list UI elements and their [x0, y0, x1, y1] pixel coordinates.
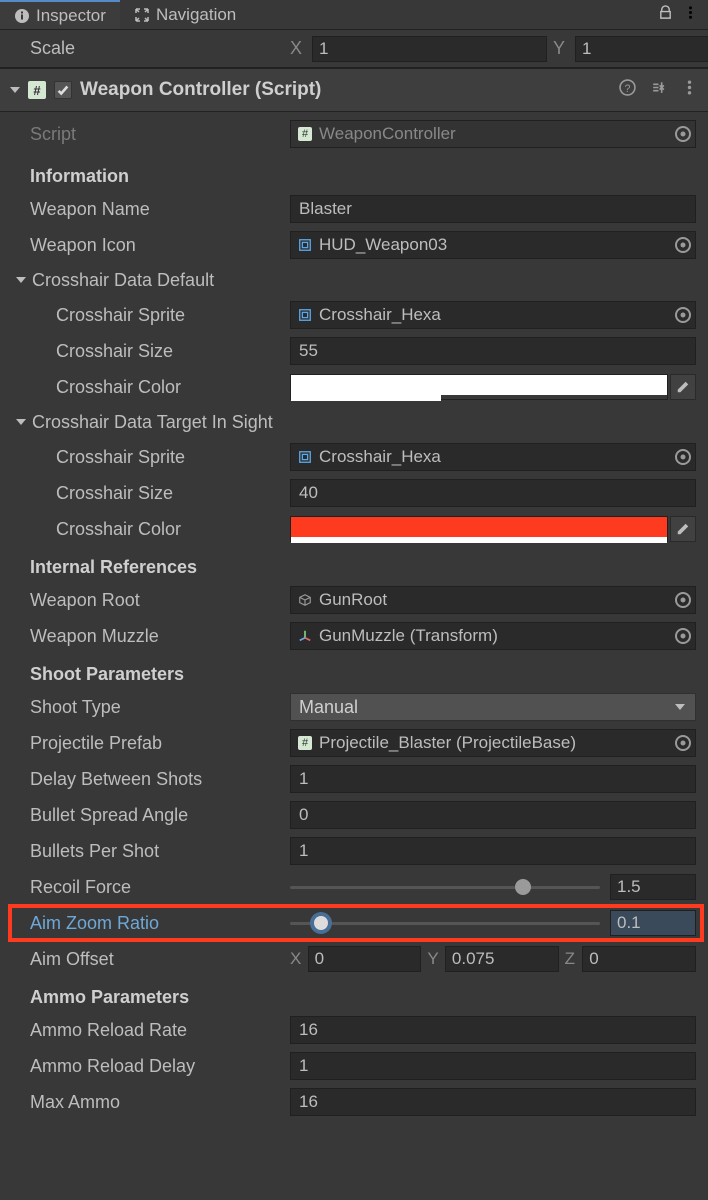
script-field[interactable]: # WeaponController	[290, 120, 696, 148]
max-ammo-input[interactable]	[290, 1088, 696, 1116]
object-picker-icon[interactable]	[675, 628, 691, 644]
shoot-params-header: Shoot Parameters	[12, 654, 696, 689]
object-picker-icon[interactable]	[675, 592, 691, 608]
object-picker-icon[interactable]	[675, 237, 691, 253]
transform-icon	[297, 628, 313, 644]
eyedropper-icon[interactable]	[670, 516, 696, 542]
crosshair-default-foldout[interactable]: Crosshair Data Default	[12, 263, 696, 297]
spread-input[interactable]	[290, 801, 696, 829]
sprite-icon	[297, 237, 313, 253]
script-icon: #	[297, 735, 313, 751]
scale-label: Scale	[30, 38, 290, 59]
object-picker-icon[interactable]	[675, 126, 691, 142]
weapon-icon-field[interactable]: HUD_Weapon03	[290, 231, 696, 259]
scale-x-input[interactable]	[312, 36, 547, 62]
internal-refs-header: Internal References	[12, 547, 696, 582]
component-header[interactable]: # Weapon Controller (Script) ?	[0, 68, 708, 112]
crosshair-target-foldout[interactable]: Crosshair Data Target In Sight	[12, 405, 696, 439]
axis-x-label: X	[290, 38, 308, 59]
projectile-field[interactable]: # Projectile_Blaster (ProjectileBase)	[290, 729, 696, 757]
object-picker-icon[interactable]	[675, 307, 691, 323]
ammo-reload-rate-input[interactable]	[290, 1016, 696, 1044]
weapon-root-field[interactable]: GunRoot	[290, 586, 696, 614]
ammo-params-header: Ammo Parameters	[12, 977, 696, 1012]
crosshair-target-size-input[interactable]	[290, 479, 696, 507]
recoil-slider[interactable]	[290, 886, 600, 889]
object-picker-icon[interactable]	[675, 449, 691, 465]
aim-zoom-value-input[interactable]	[610, 910, 696, 936]
eyedropper-icon[interactable]	[670, 374, 696, 400]
script-row: Script # WeaponController	[12, 116, 696, 152]
tab-inspector[interactable]: Inspector	[0, 0, 120, 29]
sprite-icon	[297, 307, 313, 323]
weapon-name-input[interactable]	[290, 195, 696, 223]
tab-bar: Inspector Navigation	[0, 0, 708, 30]
foldout-arrow-icon	[10, 87, 20, 93]
component-title: Weapon Controller (Script)	[80, 79, 611, 101]
weapon-muzzle-field[interactable]: GunMuzzle (Transform)	[290, 622, 696, 650]
aim-offset-y-input[interactable]	[445, 946, 559, 972]
weapon-icon-row: Weapon Icon HUD_Weapon03	[12, 227, 696, 263]
axis-y-label: Y	[553, 38, 571, 59]
expand-icon	[134, 7, 150, 23]
weapon-name-row: Weapon Name	[12, 191, 696, 227]
aim-zoom-row: Aim Zoom Ratio	[12, 905, 696, 941]
information-header: Information	[12, 152, 696, 191]
scale-y-input[interactable]	[575, 36, 708, 62]
delay-input[interactable]	[290, 765, 696, 793]
crosshair-default-size-input[interactable]	[290, 337, 696, 365]
svg-text:?: ?	[625, 83, 631, 95]
aim-offset-z-input[interactable]	[582, 946, 696, 972]
foldout-arrow-icon	[16, 419, 26, 425]
crosshair-target-color-swatch[interactable]	[290, 516, 668, 542]
ammo-reload-delay-input[interactable]	[290, 1052, 696, 1080]
script-icon: #	[297, 126, 313, 142]
object-picker-icon[interactable]	[675, 735, 691, 751]
tab-navigation-label: Navigation	[156, 5, 236, 25]
kebab-menu-icon[interactable]	[681, 79, 698, 101]
crosshair-default-sprite-field[interactable]: Crosshair_Hexa	[290, 301, 696, 329]
aim-offset-x-input[interactable]	[308, 946, 422, 972]
sprite-icon	[297, 449, 313, 465]
script-badge-icon: #	[28, 81, 46, 99]
aim-zoom-slider[interactable]	[290, 922, 600, 925]
bps-input[interactable]	[290, 837, 696, 865]
enable-checkbox[interactable]	[54, 81, 72, 99]
gameobject-icon	[297, 592, 313, 608]
tab-navigation[interactable]: Navigation	[120, 0, 250, 29]
recoil-value-input[interactable]	[610, 874, 696, 900]
crosshair-default-color-swatch[interactable]	[290, 374, 668, 400]
tab-inspector-label: Inspector	[36, 6, 106, 26]
scale-row: Scale X Y Z	[0, 30, 708, 68]
shoot-type-dropdown[interactable]: Manual	[290, 693, 696, 721]
foldout-arrow-icon	[16, 277, 26, 283]
kebab-menu-icon[interactable]	[683, 4, 698, 25]
script-label: Script	[12, 124, 290, 145]
help-icon[interactable]: ?	[619, 79, 636, 101]
presets-icon[interactable]	[650, 79, 667, 101]
lock-icon[interactable]	[658, 4, 673, 25]
crosshair-target-sprite-field[interactable]: Crosshair_Hexa	[290, 443, 696, 471]
info-icon	[14, 8, 30, 24]
